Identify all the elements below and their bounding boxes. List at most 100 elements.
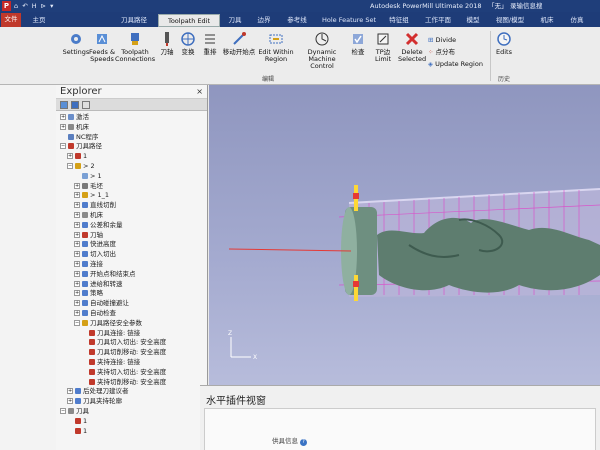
- tab-home[interactable]: 主页: [22, 14, 56, 27]
- tree-item[interactable]: + > 1_1: [74, 191, 109, 200]
- tree-expander-icon[interactable]: +: [74, 280, 80, 287]
- feeds-speeds-button[interactable]: Feeds & Speeds: [88, 31, 116, 63]
- tree-expander-icon[interactable]: +: [67, 153, 73, 160]
- tab-machine[interactable]: 机床: [535, 14, 559, 27]
- delete-selected-button[interactable]: Delete Selected: [398, 31, 426, 63]
- tree-expander-icon[interactable]: +: [67, 398, 73, 405]
- tab-file[interactable]: 文件: [1, 13, 21, 27]
- tab-feature-set[interactable]: 特征组: [384, 14, 414, 27]
- tree-item[interactable]: 夹持连接: 链接: [81, 358, 140, 367]
- tree-item[interactable]: + 刀轴: [74, 231, 103, 240]
- tab-boundary[interactable]: 边界: [252, 14, 276, 27]
- tree-expander-icon[interactable]: +: [74, 182, 80, 189]
- tree-item[interactable]: + 自动碰撞避让: [74, 299, 129, 308]
- tree-item[interactable]: + 毛坯: [74, 182, 103, 191]
- tree-item[interactable]: + 后处理刀建议者: [67, 387, 129, 396]
- tab-hole-feature-set[interactable]: Hole Feature Set: [318, 14, 380, 27]
- check-button[interactable]: 检查: [350, 31, 366, 56]
- tree-expander-icon[interactable]: +: [74, 300, 80, 307]
- tree-expander-icon[interactable]: −: [60, 408, 66, 414]
- tree-item[interactable]: 夹持切削移动: 安全高度: [81, 378, 166, 387]
- tree-expander-icon[interactable]: +: [74, 221, 80, 228]
- tp-limit-button[interactable]: TP边Limit: [368, 31, 398, 63]
- tree-item[interactable]: NC程序: [60, 133, 98, 142]
- tree-item[interactable]: + 机床: [60, 123, 89, 132]
- tree-item[interactable]: 夹持切入切出: 安全高度: [81, 368, 166, 377]
- tree-expander-icon[interactable]: −: [67, 163, 73, 169]
- tree-item[interactable]: + 开始点和结束点: [74, 270, 136, 279]
- tree-item[interactable]: + 公差和余量: [74, 221, 123, 230]
- tree-item[interactable]: + 切入切出: [74, 250, 116, 259]
- explorer-tool-icon[interactable]: [82, 101, 90, 109]
- tree-item[interactable]: +1: [67, 152, 87, 161]
- tree-item-label: 进给和转速: [90, 279, 123, 288]
- tree-item[interactable]: 刀具切削移动: 安全高度: [81, 348, 166, 357]
- app-logo-icon[interactable]: P: [2, 1, 11, 11]
- tree-item[interactable]: 1: [67, 427, 87, 436]
- explorer-tool-icon[interactable]: [71, 101, 79, 109]
- tree-item[interactable]: + 策略: [74, 289, 103, 298]
- tree-expander-icon[interactable]: +: [60, 123, 66, 130]
- tab-simulation[interactable]: 仿真: [565, 14, 589, 27]
- tree-expander-icon[interactable]: +: [74, 212, 80, 218]
- tree-item[interactable]: + 刀具夹持轮廓: [67, 397, 122, 406]
- tree-expander-icon[interactable]: +: [74, 290, 80, 297]
- divide-button[interactable]: ⊞ Divide: [428, 36, 456, 45]
- tree-expander-icon[interactable]: +: [74, 261, 80, 267]
- explorer-tool-icon[interactable]: [60, 101, 68, 109]
- tree-expander-icon[interactable]: +: [74, 241, 80, 248]
- quick-access-toolbar[interactable]: ⌂ ↶ H ⊳ ▾: [14, 0, 54, 12]
- tree-expander-icon[interactable]: +: [74, 231, 80, 238]
- tree-item[interactable]: − 刀具路径: [60, 142, 102, 151]
- reorder-button[interactable]: 重排: [200, 31, 220, 56]
- tree-expander-icon[interactable]: +: [74, 270, 80, 277]
- move-start-point-button[interactable]: 移动开始点: [222, 31, 256, 56]
- search-text[interactable]: 录输信息搜: [510, 0, 543, 12]
- tool-axis-button[interactable]: 刀轴: [158, 31, 176, 56]
- tree-item[interactable]: − > 2: [67, 162, 95, 171]
- settings-button[interactable]: Settings: [62, 31, 90, 56]
- tab-workplane[interactable]: 工作平面: [420, 14, 456, 27]
- tree-expander-icon[interactable]: −: [74, 319, 80, 326]
- tree-item[interactable]: + 直线切削: [74, 201, 116, 210]
- tree-item[interactable]: − 刀具: [60, 407, 89, 416]
- tree-item[interactable]: 刀具连接: 链接: [81, 329, 140, 338]
- tab-model[interactable]: 模型: [462, 14, 484, 27]
- help-icon[interactable]: ?: [300, 439, 307, 446]
- tree-item[interactable]: 刀具切入切出: 安全高度: [81, 338, 166, 347]
- tree-item[interactable]: + 连接: [74, 260, 103, 269]
- tree-expander-icon[interactable]: +: [74, 202, 80, 209]
- tree-item[interactable]: + 快进高度: [74, 240, 116, 249]
- tree-item[interactable]: − 刀具路径安全参数: [74, 319, 142, 328]
- edits-button[interactable]: Edits: [494, 31, 514, 56]
- update-region-button[interactable]: ◈ Update Region: [428, 60, 483, 69]
- graphics-viewport[interactable]: Z X: [209, 85, 600, 385]
- tree-expander-icon[interactable]: +: [67, 388, 73, 395]
- tree-item[interactable]: + 机床: [74, 211, 103, 220]
- tab-toolpaths[interactable]: 刀具路径: [114, 14, 154, 27]
- tree-item[interactable]: + 自动检查: [74, 309, 116, 318]
- dynamic-machine-control-button[interactable]: Dynamic Machine Control: [296, 31, 348, 70]
- tree-expander-icon[interactable]: −: [60, 143, 66, 150]
- tree-item[interactable]: + 激活: [60, 113, 89, 122]
- tree-expander-icon[interactable]: +: [74, 251, 80, 258]
- tree-item[interactable]: 1: [67, 417, 87, 426]
- edit-within-region-button[interactable]: Edit Within Region: [256, 31, 296, 63]
- tool-axis-label: 刀轴: [160, 48, 174, 56]
- transform-button[interactable]: 变换: [178, 31, 198, 56]
- distribute-button[interactable]: ⁘ 点分布: [428, 48, 455, 57]
- tree-item[interactable]: + 进给和转速: [74, 280, 123, 289]
- tree-expander-icon[interactable]: +: [60, 114, 66, 120]
- tab-pattern[interactable]: 参考线: [280, 14, 314, 27]
- tool-axis-bottom: [354, 275, 358, 301]
- tree-item[interactable]: > 1: [74, 172, 102, 181]
- tree-expander-icon[interactable]: +: [74, 310, 80, 316]
- close-icon[interactable]: ×: [196, 85, 203, 99]
- tree-expander-icon[interactable]: +: [74, 192, 80, 199]
- tab-toolpath-edit[interactable]: Toolpath Edit: [158, 14, 220, 27]
- tree-item-label: 策略: [90, 289, 103, 298]
- tab-tool[interactable]: 刀具: [222, 14, 248, 27]
- tree-node-icon: [82, 261, 88, 267]
- toolpath-connections-button[interactable]: Toolpath Connections: [115, 31, 155, 63]
- tab-view-model[interactable]: 视图/模型: [490, 14, 530, 27]
